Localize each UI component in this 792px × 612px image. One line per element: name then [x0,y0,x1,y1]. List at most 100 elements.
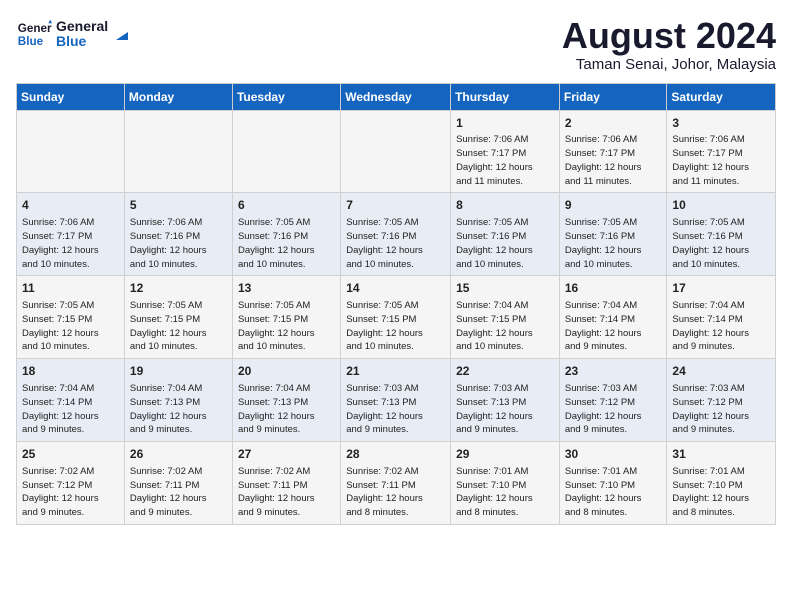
title-block: August 2024 Taman Senai, Johor, Malaysia [562,16,776,73]
calendar-week-row: 25Sunrise: 7:02 AM Sunset: 7:12 PM Dayli… [17,442,776,525]
logo-arrow-icon [112,24,132,44]
weekday-header-row: SundayMondayTuesdayWednesdayThursdayFrid… [17,83,776,110]
day-info: Sunrise: 7:06 AM Sunset: 7:17 PM Dayligh… [456,133,554,188]
day-number: 31 [672,446,770,463]
day-info: Sunrise: 7:02 AM Sunset: 7:11 PM Dayligh… [238,465,335,520]
logo-blue: Blue [56,34,108,49]
day-info: Sunrise: 7:04 AM Sunset: 7:14 PM Dayligh… [565,299,662,354]
logo: General Blue General Blue [16,16,132,52]
calendar-cell: 2Sunrise: 7:06 AM Sunset: 7:17 PM Daylig… [559,110,667,193]
day-info: Sunrise: 7:05 AM Sunset: 7:16 PM Dayligh… [672,216,770,271]
svg-text:Blue: Blue [18,35,44,48]
calendar-cell: 16 Sunrise: 7:04 AM Sunset: 7:14 PM Dayli… [559,276,667,359]
day-number: 23 [565,363,662,380]
logo-general: General [56,19,108,34]
day-number: 6 [238,197,335,214]
calendar-cell: 29 Sunrise: 7:01 AM Sunset: 7:10 PM Dayli… [451,442,560,525]
day-info: Sunrise: 7:03 AM Sunset: 7:12 PM Dayligh… [565,382,662,437]
day-number: 20 [238,363,335,380]
day-info: Sunrise: 7:03 AM Sunset: 7:12 PM Dayligh… [672,382,770,437]
day-number: 25 [22,446,119,463]
day-info: Sunrise: 7:06 AM Sunset: 7:17 PM Dayligh… [672,133,770,188]
day-number: 2 [565,115,662,132]
day-number: 24 [672,363,770,380]
day-info: Sunrise: 7:04 AM Sunset: 7:13 PM Dayligh… [130,382,227,437]
day-info: Sunrise: 7:04 AM Sunset: 7:14 PM Dayligh… [22,382,119,437]
location: Taman Senai, Johor, Malaysia [562,56,776,73]
calendar-cell [232,110,340,193]
day-info: Sunrise: 7:01 AM Sunset: 7:10 PM Dayligh… [456,465,554,520]
day-info: Sunrise: 7:01 AM Sunset: 7:10 PM Dayligh… [672,465,770,520]
page-header: General Blue General Blue August 2024 Ta… [16,16,776,73]
calendar-cell: 27 Sunrise: 7:02 AM Sunset: 7:11 PM Dayli… [232,442,340,525]
day-number: 26 [130,446,227,463]
day-info: Sunrise: 7:02 AM Sunset: 7:11 PM Dayligh… [346,465,445,520]
day-info: Sunrise: 7:05 AM Sunset: 7:16 PM Dayligh… [456,216,554,271]
calendar-cell: 22Sunrise: 7:03 AM Sunset: 7:13 PM Dayli… [451,359,560,442]
day-number: 8 [456,197,554,214]
day-number: 5 [130,197,227,214]
day-info: Sunrise: 7:05 AM Sunset: 7:16 PM Dayligh… [238,216,335,271]
logo-icon: General Blue [16,16,52,52]
calendar-cell: 11 Sunrise: 7:05 AM Sunset: 7:15 PM Dayli… [17,276,125,359]
day-number: 9 [565,197,662,214]
day-number: 27 [238,446,335,463]
weekday-header-monday: Monday [124,83,232,110]
day-number: 13 [238,280,335,297]
day-info: Sunrise: 7:05 AM Sunset: 7:15 PM Dayligh… [22,299,119,354]
day-number: 30 [565,446,662,463]
calendar-cell: 14 Sunrise: 7:05 AM Sunset: 7:15 PM Dayli… [341,276,451,359]
day-info: Sunrise: 7:04 AM Sunset: 7:13 PM Dayligh… [238,382,335,437]
calendar-cell: 15Sunrise: 7:04 AM Sunset: 7:15 PM Dayli… [451,276,560,359]
day-info: Sunrise: 7:05 AM Sunset: 7:15 PM Dayligh… [346,299,445,354]
month-year: August 2024 [562,16,776,56]
calendar-cell [341,110,451,193]
day-info: Sunrise: 7:06 AM Sunset: 7:17 PM Dayligh… [565,133,662,188]
calendar-cell: 19 Sunrise: 7:04 AM Sunset: 7:13 PM Dayli… [124,359,232,442]
day-number: 1 [456,115,554,132]
day-info: Sunrise: 7:02 AM Sunset: 7:11 PM Dayligh… [130,465,227,520]
calendar-cell [124,110,232,193]
calendar-week-row: 1Sunrise: 7:06 AM Sunset: 7:17 PM Daylig… [17,110,776,193]
calendar-cell: 25Sunrise: 7:02 AM Sunset: 7:12 PM Dayli… [17,442,125,525]
day-number: 14 [346,280,445,297]
calendar-cell: 31 Sunrise: 7:01 AM Sunset: 7:10 PM Dayli… [667,442,776,525]
calendar-cell: 26 Sunrise: 7:02 AM Sunset: 7:11 PM Dayli… [124,442,232,525]
calendar-cell: 20 Sunrise: 7:04 AM Sunset: 7:13 PM Dayli… [232,359,340,442]
day-number: 22 [456,363,554,380]
calendar-cell: 12 Sunrise: 7:05 AM Sunset: 7:15 PM Dayli… [124,276,232,359]
weekday-header-tuesday: Tuesday [232,83,340,110]
day-info: Sunrise: 7:06 AM Sunset: 7:16 PM Dayligh… [130,216,227,271]
weekday-header-friday: Friday [559,83,667,110]
calendar-cell: 3Sunrise: 7:06 AM Sunset: 7:17 PM Daylig… [667,110,776,193]
calendar-week-row: 11 Sunrise: 7:05 AM Sunset: 7:15 PM Dayli… [17,276,776,359]
day-number: 28 [346,446,445,463]
calendar-cell: 24 Sunrise: 7:03 AM Sunset: 7:12 PM Dayli… [667,359,776,442]
calendar-cell: 1Sunrise: 7:06 AM Sunset: 7:17 PM Daylig… [451,110,560,193]
day-number: 19 [130,363,227,380]
weekday-header-thursday: Thursday [451,83,560,110]
calendar-cell: 9 Sunrise: 7:05 AM Sunset: 7:16 PM Daylig… [559,193,667,276]
calendar-cell: 7 Sunrise: 7:05 AM Sunset: 7:16 PM Daylig… [341,193,451,276]
calendar-table: SundayMondayTuesdayWednesdayThursdayFrid… [16,83,776,525]
calendar-cell: 23 Sunrise: 7:03 AM Sunset: 7:12 PM Dayli… [559,359,667,442]
day-info: Sunrise: 7:05 AM Sunset: 7:16 PM Dayligh… [565,216,662,271]
calendar-cell [17,110,125,193]
day-info: Sunrise: 7:04 AM Sunset: 7:15 PM Dayligh… [456,299,554,354]
day-info: Sunrise: 7:05 AM Sunset: 7:16 PM Dayligh… [346,216,445,271]
calendar-cell: 8 Sunrise: 7:05 AM Sunset: 7:16 PM Daylig… [451,193,560,276]
day-number: 12 [130,280,227,297]
day-number: 7 [346,197,445,214]
day-number: 17 [672,280,770,297]
svg-text:General: General [18,22,52,35]
day-number: 11 [22,280,119,297]
calendar-cell: 30 Sunrise: 7:01 AM Sunset: 7:10 PM Dayli… [559,442,667,525]
day-number: 29 [456,446,554,463]
day-number: 3 [672,115,770,132]
day-info: Sunrise: 7:04 AM Sunset: 7:14 PM Dayligh… [672,299,770,354]
day-number: 4 [22,197,119,214]
day-info: Sunrise: 7:05 AM Sunset: 7:15 PM Dayligh… [130,299,227,354]
day-info: Sunrise: 7:01 AM Sunset: 7:10 PM Dayligh… [565,465,662,520]
day-number: 16 [565,280,662,297]
calendar-week-row: 18Sunrise: 7:04 AM Sunset: 7:14 PM Dayli… [17,359,776,442]
